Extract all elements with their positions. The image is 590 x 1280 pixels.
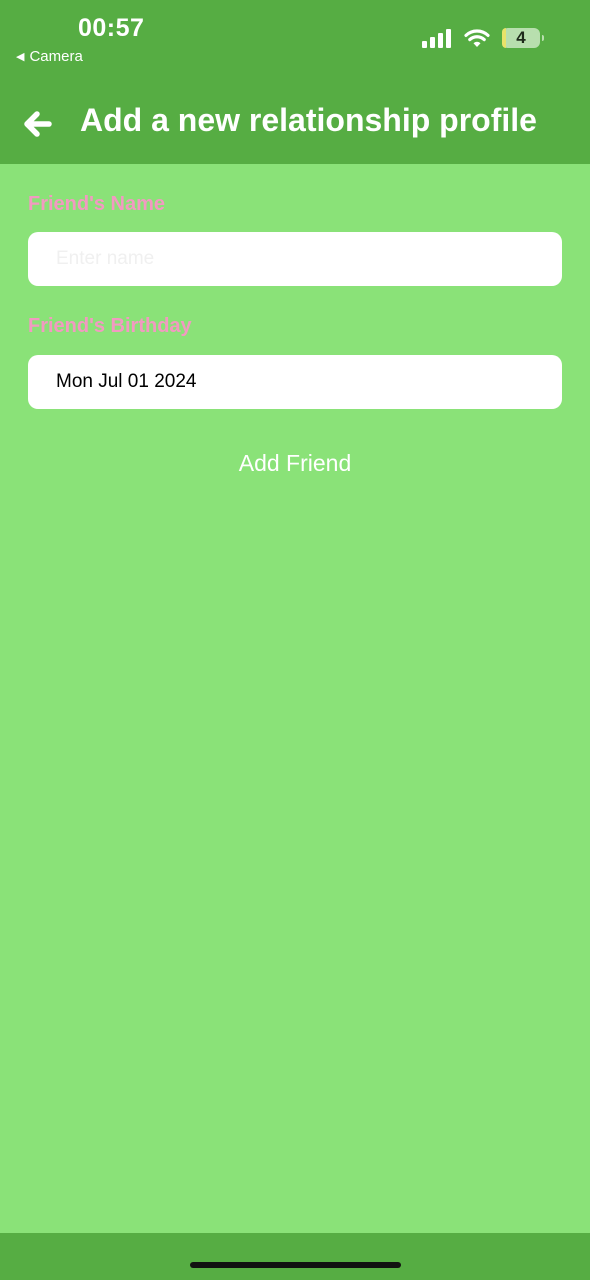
status-time: 00:57	[78, 14, 145, 42]
back-to-camera-label: Camera	[29, 48, 83, 65]
add-friend-button[interactable]: Add Friend	[0, 450, 590, 477]
back-triangle-icon: ◀	[16, 51, 25, 63]
name-field-label: Friend's Name	[28, 193, 166, 215]
birthday-date-value: Mon Jul 01 2024	[56, 371, 197, 392]
bottom-bar	[0, 1233, 590, 1280]
cellular-signal-icon	[422, 28, 454, 48]
name-input[interactable]	[56, 248, 534, 270]
status-icons: 4	[422, 28, 544, 48]
app-header: 00:57 ◀ Camera 4 Add a new relationship …	[0, 0, 590, 164]
battery-level: 4	[516, 28, 526, 47]
back-arrow-icon	[24, 111, 52, 137]
battery-icon: 4	[502, 28, 544, 48]
page-title: Add a new relationship profile	[80, 102, 537, 138]
back-arrow-button[interactable]	[20, 104, 54, 144]
birthday-date-field[interactable]: Mon Jul 01 2024	[28, 355, 562, 409]
name-field-container[interactable]	[28, 232, 562, 286]
wifi-icon	[464, 29, 490, 47]
birthday-field-label: Friend's Birthday	[28, 315, 192, 337]
home-indicator[interactable]	[190, 1262, 401, 1268]
back-to-camera-link[interactable]: ◀ Camera	[16, 48, 83, 65]
